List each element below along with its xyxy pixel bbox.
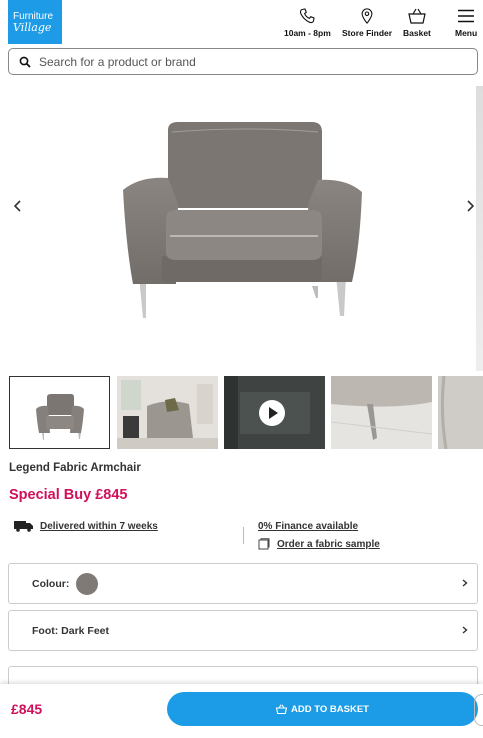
thumbnail-2[interactable]: [117, 376, 218, 449]
sticky-price: £845: [11, 701, 43, 717]
search-icon: [19, 56, 31, 68]
previous-image-arrow-icon[interactable]: [12, 198, 24, 214]
logo-line-2: Village: [13, 20, 52, 34]
location-pin-icon: [361, 8, 373, 24]
fabric-sample-link[interactable]: Order a fabric sample: [277, 539, 380, 550]
phone-icon: [300, 8, 316, 24]
product-image-carousel[interactable]: [0, 86, 483, 371]
basket-button[interactable]: Basket: [403, 8, 431, 38]
armchair-image: [123, 122, 362, 318]
search-bar[interactable]: [8, 48, 478, 75]
next-image-arrow-icon[interactable]: [464, 198, 476, 214]
basket-icon: [276, 704, 288, 714]
finance-link[interactable]: 0% Finance available: [258, 521, 358, 532]
thumbnail-1[interactable]: [9, 376, 110, 449]
video-thumbnail[interactable]: [224, 376, 325, 449]
special-price: Special Buy £845: [9, 487, 128, 503]
armchair-thumbnail: [36, 394, 84, 440]
delivery-link[interactable]: Delivered within 7 weeks: [40, 521, 158, 532]
add-to-basket-button[interactable]: ADD TO BASKET: [167, 692, 478, 726]
colour-label: Colour:: [32, 577, 70, 590]
colour-swatch: [76, 572, 99, 595]
opening-hours-button[interactable]: 10am - 8pm: [284, 8, 331, 38]
room-scene-thumbnail: [117, 376, 218, 449]
site-header: Furniture Village 10am - 8pm Store Finde…: [0, 0, 483, 46]
add-to-basket-label: ADD TO BASKET: [291, 703, 369, 715]
delivery-info[interactable]: Delivered within 7 weeks: [14, 520, 158, 532]
basket-icon: [408, 8, 426, 24]
store-finder-label: Store Finder: [342, 28, 393, 38]
sticky-add-to-basket-bar: £845 ADD TO BASKET: [0, 684, 483, 738]
next-slide-peek: [476, 86, 483, 371]
fabric-swatch-icon: [258, 538, 270, 550]
store-finder-button[interactable]: Store Finder: [342, 8, 392, 38]
info-divider: [243, 527, 244, 544]
logo-line-1: Furniture: [13, 10, 54, 22]
menu-label: Menu: [455, 28, 478, 38]
logo[interactable]: Furniture Village: [8, 0, 62, 44]
thumbnail-5[interactable]: [438, 376, 483, 449]
colour-selector[interactable]: Colour:: [8, 563, 478, 604]
edge-tab: [474, 694, 483, 726]
play-icon[interactable]: [259, 400, 285, 426]
foot-detail-thumbnail: [331, 376, 432, 449]
product-page: Furniture Village 10am - 8pm Store Finde…: [0, 0, 483, 738]
product-title: Legend Fabric Armchair: [9, 462, 141, 474]
thumbnail-4[interactable]: [331, 376, 432, 449]
fabric-detail-thumbnail: [438, 376, 483, 449]
search-input[interactable]: [39, 54, 459, 69]
chevron-right-icon: [462, 626, 468, 634]
fabric-sample-row[interactable]: Order a fabric sample: [258, 538, 380, 550]
delivery-truck-icon: [14, 521, 33, 532]
menu-button[interactable]: Menu: [455, 8, 477, 38]
chevron-right-icon: [462, 579, 468, 587]
hamburger-icon: [458, 9, 475, 23]
thumbnail-strip: [9, 376, 483, 450]
hours-label: 10am - 8pm: [284, 28, 331, 38]
foot-label: Foot: Dark Feet: [32, 624, 110, 637]
foot-selector[interactable]: Foot: Dark Feet: [8, 610, 478, 651]
basket-label: Basket: [403, 28, 431, 38]
